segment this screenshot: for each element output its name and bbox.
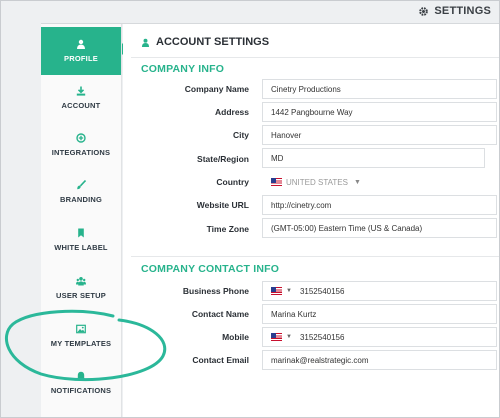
contact-email-field[interactable]: marinak@realstrategic.com <box>262 350 497 370</box>
gear-icon <box>419 6 429 16</box>
sidebar-item-label: USER SETUP <box>56 291 106 300</box>
brush-icon <box>77 180 86 190</box>
country-select[interactable]: UNITED STATES ▼ <box>262 172 497 192</box>
website-label: Website URL <box>196 200 249 210</box>
city-field[interactable]: Hanover <box>262 125 497 145</box>
section-divider <box>131 57 499 58</box>
country-label: Country <box>216 177 249 187</box>
state-field[interactable]: MD <box>262 148 485 168</box>
timezone-field[interactable]: (GMT-05:00) Eastern Time (US & Canada) <box>262 218 497 238</box>
sidebar-item-profile[interactable]: PROFILE <box>41 27 121 75</box>
address-label: Address <box>214 107 249 117</box>
business-phone-field[interactable]: ▼ 3152540156 <box>262 281 497 301</box>
city-label: City <box>232 130 249 140</box>
business-phone-label: Business Phone <box>182 286 249 296</box>
mobile-label: Mobile <box>222 332 249 342</box>
bookmark-icon <box>78 228 84 238</box>
chevron-down-icon: ▼ <box>353 178 361 186</box>
page-title-text: ACCOUNT SETTINGS <box>156 36 270 48</box>
main-panel: ACCOUNT SETTINGS COMPANY INFO Company Na… <box>123 24 499 417</box>
contact-name-field[interactable]: Marina Kurtz <box>262 304 497 324</box>
download-icon <box>76 86 86 96</box>
settings-title: SETTINGS <box>434 5 491 17</box>
sidebar-item-notifications[interactable]: NOTIFICATIONS <box>41 359 121 407</box>
chevron-down-icon[interactable]: ▼ <box>286 334 292 340</box>
sidebar-item-account[interactable]: ACCOUNT <box>41 74 121 122</box>
website-field[interactable]: http://cinetry.com <box>262 195 497 215</box>
contact-info-heading: COMPANY CONTACT INFO <box>141 263 280 275</box>
address-field[interactable]: 1442 Pangbourne Way <box>262 102 497 122</box>
sidebar-item-label: WHITE LABEL <box>54 243 108 252</box>
user-icon <box>77 39 85 49</box>
section-divider <box>131 256 499 257</box>
us-flag-icon <box>271 333 282 341</box>
state-label: State/Region <box>197 154 249 164</box>
timezone-label: Time Zone <box>206 224 249 234</box>
sidebar-item-my-templates[interactable]: MY TEMPLATES <box>41 312 121 360</box>
company-info-heading: COMPANY INFO <box>141 63 225 75</box>
sidebar-item-label: BRANDING <box>59 195 102 204</box>
page-title: ACCOUNT SETTINGS <box>141 36 269 48</box>
sidebar-item-white-label[interactable]: WHITE LABEL <box>41 216 121 264</box>
settings-window: SETTINGS PROFILE ACCOUNT INTEGRATIONS BR… <box>0 0 500 418</box>
mobile-value: 3152540156 <box>299 332 345 342</box>
sidebar-item-label: NOTIFICATIONS <box>50 386 112 395</box>
sidebar-item-label: ACCOUNT <box>61 101 101 110</box>
settings-header: SETTINGS <box>418 5 491 17</box>
sidebar-item-label: PROFILE <box>64 54 98 63</box>
company-name-label: Company Name <box>184 84 249 94</box>
contact-name-label: Contact Name <box>191 309 249 319</box>
business-phone-value: 3152540156 <box>299 286 345 296</box>
country-value: UNITED STATES <box>286 177 348 187</box>
company-name-field[interactable]: Cinetry Productions <box>262 79 497 99</box>
sidebar: PROFILE ACCOUNT INTEGRATIONS BRANDING WH… <box>41 24 122 417</box>
top-bar: SETTINGS <box>1 1 499 23</box>
sidebar-item-label: INTEGRATIONS <box>51 148 111 157</box>
plus-circle-icon <box>76 133 86 143</box>
contact-email-label: Contact Email <box>192 355 249 365</box>
sidebar-item-user-setup[interactable]: USER SETUP <box>41 264 121 312</box>
bell-icon <box>76 371 86 381</box>
sidebar-item-label: MY TEMPLATES <box>50 339 112 348</box>
sidebar-item-branding[interactable]: BRANDING <box>41 168 121 216</box>
user-icon <box>141 38 150 47</box>
sidebar-item-integrations[interactable]: INTEGRATIONS <box>41 121 121 169</box>
us-flag-icon <box>271 287 282 295</box>
mobile-field[interactable]: ▼ 3152540156 <box>262 327 497 347</box>
users-icon <box>76 277 86 286</box>
chevron-down-icon[interactable]: ▼ <box>286 288 292 294</box>
us-flag-icon <box>271 178 282 186</box>
image-icon <box>76 324 86 334</box>
